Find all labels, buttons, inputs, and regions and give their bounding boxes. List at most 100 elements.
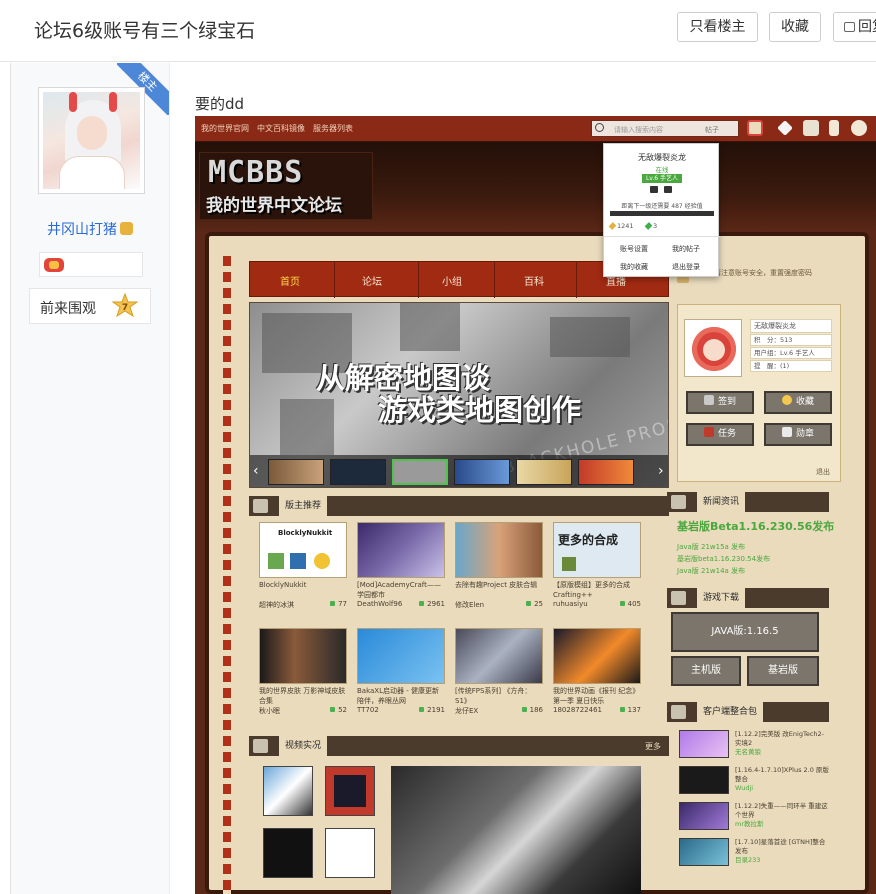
section-icon: [671, 705, 686, 719]
mc-video-title: 视频实况: [279, 736, 328, 756]
palette-icon: [851, 120, 867, 136]
mc-rec-thumb: BlocklyNukkit: [259, 522, 347, 578]
mc-recommend-header: 版主推荐: [249, 496, 669, 516]
mc-video-more: 更多: [645, 742, 661, 751]
search-icon: [595, 123, 604, 132]
favorite-button[interactable]: 收藏: [769, 12, 821, 42]
figure-icon: [829, 120, 839, 136]
mc-video-thumb: [263, 828, 313, 878]
mc-rec-thumb: [259, 628, 347, 684]
mc-user-points: 积 分：513: [750, 334, 832, 346]
mc-drop-status: 在线: [655, 166, 669, 174]
mc-drop-name: 无敌爆裂炎龙: [638, 153, 686, 162]
mc-rec-item: 我的世界皮肤 万影神域皮肤合集 秋小眠 52: [259, 628, 347, 716]
thread-title: 论坛6级账号有三个绿宝石: [34, 20, 256, 42]
mc-checkin-button: 签到: [686, 391, 754, 414]
post-text: 要的dd: [195, 95, 245, 113]
mc-console-download: 主机版: [671, 656, 741, 686]
mc-news-title: 新闻资讯: [697, 492, 746, 512]
mc-recommend-title: 版主推荐: [279, 496, 328, 516]
mc-rec-item: 更多的合成 【原版模组】更多的合成Crafting++ ruhuasiyu 405: [553, 522, 641, 610]
mc-news-line: 基岩版beta1.16.230.54发布: [677, 555, 771, 563]
onlooker-label: 前来围观: [40, 301, 96, 317]
post-content: 要的dd 我的世界官网 中文百科镜像 服务器列表 请输入搜索内容 帖子 MCBB…: [170, 63, 876, 894]
mc-news-line: Java版 21w14a 发布: [677, 567, 746, 575]
gamepad-medal-icon[interactable]: [44, 258, 64, 272]
mc-drop-logout: 退出登录: [672, 263, 700, 271]
mc-nav-wiki: 中文百科镜像: [257, 124, 305, 133]
mc-rec-thumb: [455, 628, 543, 684]
mc-nav-forum: 论坛: [362, 277, 382, 288]
mc-rec-thumb: [553, 628, 641, 684]
mc-java-download: JAVA版:1.16.5: [671, 612, 819, 652]
mc-search-box: 请输入搜索内容 帖子: [591, 120, 739, 137]
car-icon: [650, 186, 658, 193]
banner-line-2: 游戏类地图创作: [378, 393, 582, 427]
mc-rec-thumb: [455, 522, 543, 578]
mc-drop-gold: 1241: [608, 222, 634, 230]
mc-pack-item: [1.16.4-1.7.10]XPlus 2.0 原版整合 Wudji: [679, 766, 829, 796]
mc-top-nav: 我的世界官网 中文百科镜像 服务器列表 请输入搜索内容 帖子: [195, 116, 876, 142]
mc-user-avatar: [684, 319, 742, 377]
mc-video-header: 视频实况 更多: [249, 736, 669, 756]
mc-drop-posts: 我的帖子: [672, 245, 700, 253]
mc-header: MCBBS 我的世界中文论坛: [195, 142, 876, 232]
cube-icon: [803, 120, 819, 136]
plus-icon: [781, 427, 792, 437]
user-avatar-icon: [747, 120, 763, 136]
mc-search-type: 帖子: [705, 126, 719, 134]
mc-rec-item: BakaXL启动器 - 健康更新陪伴，养眼丛网 TT702 2191: [357, 628, 445, 716]
mc-news-header: 新闻资讯: [667, 492, 829, 512]
mc-video-thumb: [325, 766, 375, 816]
mc-nav-home: 首页: [280, 277, 300, 288]
mc-user-card: 无敌爆裂炎龙 积 分：513 用户组：Lv.6 手艺人 提 醒：(1) 签到 收…: [677, 304, 841, 482]
mc-drop-account: 账号设置: [620, 245, 648, 253]
medal-box: [39, 252, 143, 277]
author-username[interactable]: 井冈山打猪: [47, 219, 133, 239]
mc-nav-servers: 服务器列表: [313, 124, 353, 133]
mc-favorite-button: 收藏: [764, 391, 832, 414]
star-badge-icon: 7: [112, 293, 138, 318]
mc-task-button: 任务: [686, 423, 754, 446]
gold-icon: [608, 222, 617, 230]
mc-drop-favorites: 我的收藏: [620, 263, 648, 271]
post-image-mcbbs-screenshot[interactable]: 我的世界官网 中文百科镜像 服务器列表 请输入搜索内容 帖子 MCBBS 我的世…: [195, 116, 876, 894]
chevron-left-icon: ‹: [253, 463, 259, 479]
mc-rec-item: BlocklyNukkit BlocklyNukkit 超神的冰淇 77: [259, 522, 347, 610]
mc-pack-item: [1.12.2]失重——同环半 重建这个世界 mr教拉斯: [679, 802, 829, 832]
mc-nav-official: 我的世界官网: [201, 124, 249, 133]
mc-drop-exp: 距离下一级还需要 487 经验值: [621, 203, 703, 210]
author-username-text: 井冈山打猪: [47, 222, 117, 238]
section-icon: [253, 739, 268, 753]
mc-video-main: [391, 766, 641, 894]
onlooker-button[interactable]: 前来围观 7: [29, 288, 151, 324]
mc-nav-group: 小组: [442, 277, 462, 288]
avatar-image: [43, 92, 140, 189]
mc-packs-header: 客户端整合包: [667, 702, 829, 722]
mc-logo-en: MCBBS: [208, 155, 304, 190]
chevron-right-icon: ›: [658, 463, 664, 479]
level-badge-icon: [120, 222, 133, 235]
mc-video-thumb: [263, 766, 313, 816]
car-icon: [664, 186, 672, 193]
mc-user-name: 无敌爆裂炎龙: [750, 319, 832, 333]
mc-user-info: 无敌爆裂炎龙 积 分：513 用户组：Lv.6 手艺人 提 醒：(1): [750, 319, 832, 373]
mc-rec-item: 去除有趣Project 皮肤合辑 修改Elen 25: [455, 522, 543, 610]
mc-download-header: 游戏下载: [667, 588, 829, 608]
mc-user-dropdown: 无敌爆裂炎龙 在线 Lv.6 手艺人 距离下一级还需要 487 经验值 1241…: [603, 143, 720, 277]
only-author-button[interactable]: 只看楼主: [677, 12, 758, 42]
mc-rec-item: [传统FPS系列] 《方舟：S1》 龙仔EX 186: [455, 628, 543, 716]
mc-news-headline: 基岩版Beta1.16.230.56发布: [677, 520, 835, 533]
banner-thumbnails: ‹ ›: [250, 455, 668, 487]
reply-button[interactable]: 回复: [833, 12, 876, 42]
author-avatar[interactable]: [38, 87, 145, 194]
section-icon: [253, 499, 268, 513]
mcbbs-logo: MCBBS 我的世界中文论坛: [199, 152, 373, 220]
emerald-icon: [644, 222, 653, 230]
mc-rec-thumb: [357, 522, 445, 578]
sword-icon: [703, 395, 714, 405]
mc-banner: 从解密地图谈 游戏类地图创作 BLACKHOLE PROJECT ‹ ›: [249, 302, 669, 488]
reply-button-label: 回复: [858, 19, 876, 35]
thread-header: 论坛6级账号有三个绿宝石 只看楼主 收藏 回复: [0, 0, 876, 62]
mc-bedrock-download: 基岩版: [747, 656, 819, 686]
